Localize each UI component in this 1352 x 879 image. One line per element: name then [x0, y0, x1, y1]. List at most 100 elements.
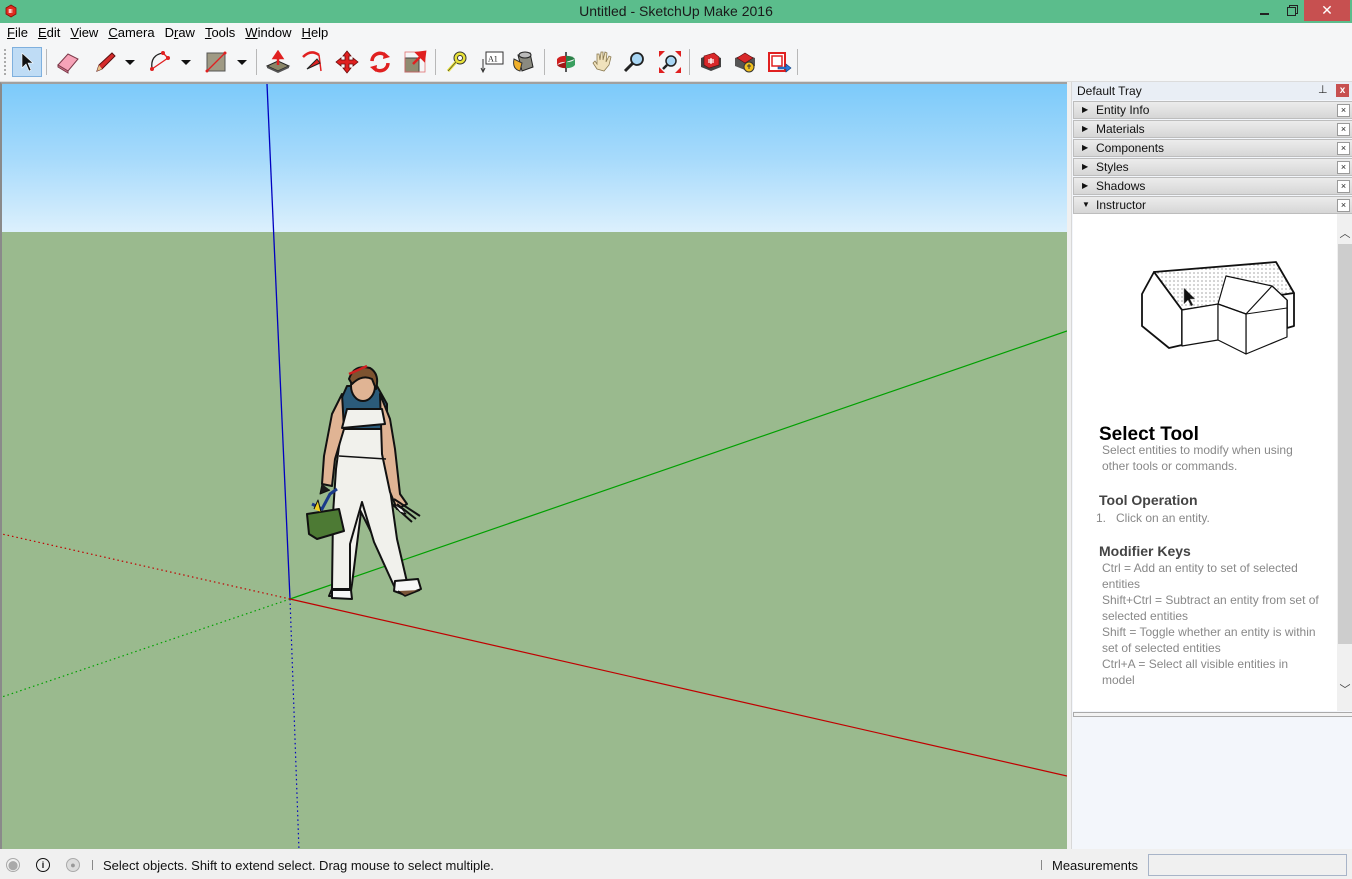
rectangle-tool-dropdown[interactable]: [236, 57, 248, 67]
scale-icon: [404, 50, 427, 73]
measurements-input[interactable]: [1148, 854, 1347, 876]
follow-me-tool-button[interactable]: [297, 47, 327, 77]
tray-panel-materials[interactable]: ▶ Materials ×: [1073, 120, 1352, 138]
3d-viewport[interactable]: [0, 82, 1067, 849]
collapsed-arrow-icon: ▶: [1082, 143, 1089, 152]
measurements-label: Measurements: [1052, 858, 1138, 873]
rectangle-tool-button[interactable]: [201, 47, 231, 77]
tray-close-button[interactable]: x: [1336, 84, 1349, 97]
close-icon: ✕: [1321, 2, 1333, 18]
arc-tool-dropdown[interactable]: [180, 57, 192, 67]
blue-axis-negative: [289, 598, 300, 849]
menu-label: ools: [211, 25, 236, 40]
menu-edit[interactable]: Edit: [33, 23, 65, 43]
menu-label-part: aw: [178, 25, 195, 40]
scale-tool-button[interactable]: [400, 47, 430, 77]
menu-label: amera: [117, 25, 155, 40]
menu-tools[interactable]: Tools: [200, 23, 240, 43]
panel-close-button[interactable]: ×: [1337, 161, 1350, 174]
panel-label: Styles: [1096, 160, 1129, 174]
scroll-down-icon[interactable]: ﹀: [1339, 684, 1351, 696]
credits-info-icon[interactable]: i: [36, 858, 50, 872]
push-pull-tool-button[interactable]: [263, 47, 293, 77]
status-separator: [92, 860, 93, 870]
panel-close-button[interactable]: ×: [1337, 199, 1350, 212]
menu-mnemonic: E: [37, 25, 47, 40]
menu-draw[interactable]: Draw: [160, 23, 200, 43]
text-tool-button[interactable]: A1: [477, 47, 507, 77]
zoom-icon: [623, 52, 644, 73]
push-pull-icon: [265, 50, 291, 73]
send-to-layout-button[interactable]: [764, 47, 794, 77]
menu-view[interactable]: View: [65, 23, 103, 43]
arc-tool-button[interactable]: [146, 47, 176, 77]
red-axis-negative: [2, 533, 291, 600]
panel-close-button[interactable]: ×: [1337, 123, 1350, 136]
select-tool-button[interactable]: [12, 47, 42, 77]
user-account-icon[interactable]: ●: [66, 858, 80, 872]
tray-panel-instructor[interactable]: ▼ Instructor ×: [1073, 196, 1352, 214]
geo-location-icon[interactable]: ⬤: [6, 858, 20, 872]
modifier-keys-heading: Modifier Keys: [1099, 543, 1191, 559]
line-tool-dropdown[interactable]: [124, 57, 136, 67]
send-to-layout-icon: [768, 52, 792, 73]
tray-panel-entity-info[interactable]: ▶ Entity Info ×: [1073, 101, 1352, 119]
menu-label: ile: [14, 25, 28, 40]
pin-icon[interactable]: ⊥: [1318, 83, 1328, 96]
default-tray: Default Tray ⊥ x ▶ Entity Info × ▶ Materials…: [1071, 82, 1352, 849]
panel-label: Materials: [1096, 122, 1145, 136]
zoom-tool-button[interactable]: [620, 47, 650, 77]
menu-camera[interactable]: Camera: [103, 23, 159, 43]
menu-help[interactable]: Help: [297, 23, 334, 43]
expanded-arrow-icon: ▼: [1082, 200, 1090, 209]
menu-file[interactable]: File: [2, 23, 33, 43]
collapsed-arrow-icon: ▶: [1082, 181, 1089, 190]
green-axis-negative: [2, 598, 291, 698]
tray-resize-handle[interactable]: [1073, 712, 1352, 717]
toolbar-separator: [256, 49, 257, 75]
eraser-tool-button[interactable]: [53, 47, 83, 77]
select-arrow-icon: [21, 52, 34, 72]
panel-label: Instructor: [1096, 198, 1147, 212]
red-axis-positive: [289, 598, 1067, 777]
toolbar-separator: [689, 49, 690, 75]
tray-header: Default Tray ⊥ x: [1072, 82, 1352, 100]
instructor-description: Select entities to modify when using oth…: [1102, 443, 1293, 473]
panel-close-button[interactable]: ×: [1337, 104, 1350, 117]
panel-close-button[interactable]: ×: [1337, 142, 1350, 155]
tool-operation-heading: Tool Operation: [1099, 492, 1198, 508]
tray-title: Default Tray: [1077, 84, 1142, 98]
status-bar: ⬤ i ● Select objects. Shift to extend se…: [0, 851, 1352, 879]
rotate-tool-button[interactable]: [365, 47, 395, 77]
warehouse-icon: [701, 52, 721, 71]
scroll-up-icon[interactable]: ︿: [1339, 228, 1351, 240]
tray-panel-components[interactable]: ▶ Components ×: [1073, 139, 1352, 157]
getting-started-toolbar: A1: [0, 43, 1352, 82]
panel-label: Shadows: [1096, 179, 1146, 193]
tray-panel-styles[interactable]: ▶ Styles ×: [1073, 158, 1352, 176]
collapsed-arrow-icon: ▶: [1082, 162, 1089, 171]
menu-window[interactable]: Window: [240, 23, 296, 43]
move-tool-button[interactable]: [332, 47, 362, 77]
rotate-icon: [370, 51, 390, 73]
paint-bucket-icon: [513, 51, 534, 72]
panel-close-button[interactable]: ×: [1337, 180, 1350, 193]
zoom-extents-tool-button[interactable]: [655, 47, 685, 77]
3d-warehouse-button[interactable]: [696, 47, 726, 77]
close-window-button[interactable]: ✕: [1304, 0, 1350, 21]
paint-bucket-tool-button[interactable]: [508, 47, 538, 77]
eraser-icon: [57, 53, 79, 74]
toolbar-grip[interactable]: [4, 49, 6, 75]
instructor-scrollbar[interactable]: ︿ ﹀: [1337, 214, 1352, 711]
collapsed-arrow-icon: ▶: [1082, 105, 1089, 114]
extension-warehouse-button[interactable]: [730, 47, 760, 77]
tray-panel-shadows[interactable]: ▶ Shadows ×: [1073, 177, 1352, 195]
zoom-extents-icon: [659, 51, 681, 73]
line-tool-button[interactable]: [90, 47, 120, 77]
restore-icon: [1286, 5, 1298, 16]
scrollbar-thumb[interactable]: [1338, 244, 1352, 644]
menu-mnemonic: H: [301, 25, 311, 40]
pan-tool-button[interactable]: [586, 47, 616, 77]
tape-measure-tool-button[interactable]: [442, 47, 472, 77]
orbit-tool-button[interactable]: [551, 47, 581, 77]
